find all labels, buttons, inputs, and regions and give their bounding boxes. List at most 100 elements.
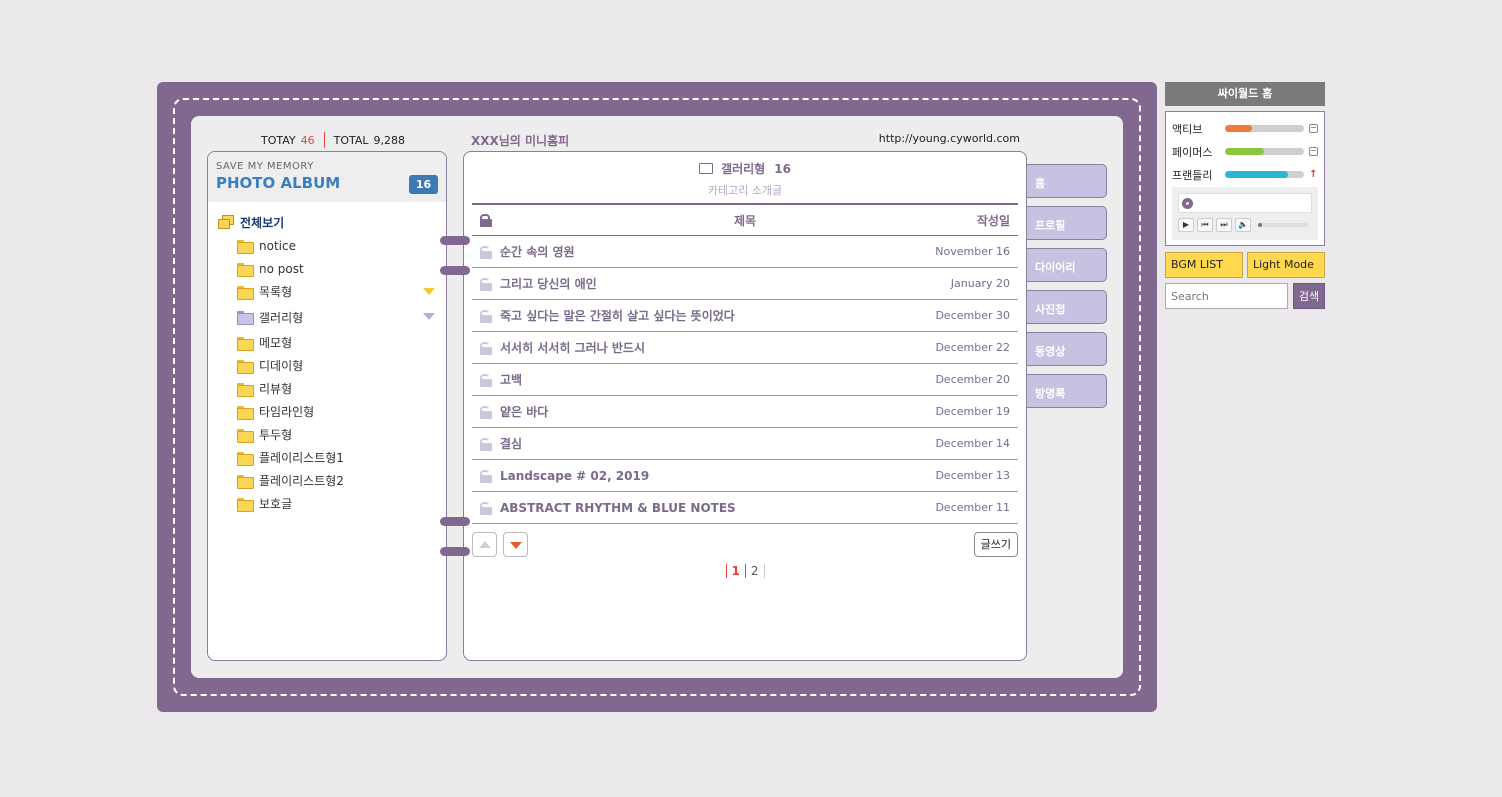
search-button[interactable]: 검색 <box>1293 283 1325 309</box>
tab-guestbook[interactable]: 방명록 <box>1027 374 1107 408</box>
now-playing-bar <box>1178 193 1312 213</box>
post-title[interactable]: 얕은 바다 <box>500 403 548 420</box>
board-count: 16 <box>774 161 791 176</box>
folder-todo-type[interactable]: 투두형 <box>237 423 435 446</box>
table-row[interactable]: 결심 December 14 <box>472 428 1018 460</box>
post-title[interactable]: Landscape # 02, 2019 <box>500 469 649 483</box>
folder-label: no post <box>259 261 304 276</box>
folder-protected[interactable]: 보호글 <box>237 492 435 515</box>
play-icon[interactable]: ▶ <box>1178 218 1194 232</box>
post-date: December 19 <box>935 405 1010 418</box>
post-date: December 30 <box>935 309 1010 322</box>
write-button[interactable]: 글쓰기 <box>973 532 1018 557</box>
album-subtitle: SAVE MY MEMORY <box>216 161 314 172</box>
tab-photos[interactable]: 사진첩 <box>1027 290 1107 324</box>
folder-icon <box>237 311 254 325</box>
folder-no-post[interactable]: no post <box>237 257 435 280</box>
minihompy-inner: TOTAY 46 TOTAL 9,288 SAVE MY MEMORY PHOT… <box>191 116 1123 678</box>
binder-ring <box>440 236 470 245</box>
stat-label: 프랜들리 <box>1172 168 1213 182</box>
folder-label: 디데이형 <box>259 359 304 373</box>
stat-bar <box>1224 148 1305 155</box>
table-row[interactable]: 순간 속의 영원 November 16 <box>472 236 1018 268</box>
folder-icon <box>237 382 254 397</box>
folder-playlist-1[interactable]: 플레이리스트형1 <box>237 446 435 469</box>
album-panel: SAVE MY MEMORY PHOTO ALBUM 16 전체보기 notic… <box>207 151 447 661</box>
sort-up-button[interactable] <box>472 532 497 557</box>
stat-label: 페이머스 <box>1172 145 1213 159</box>
folder-icon <box>237 262 254 277</box>
folder-all-label: 전체보기 <box>240 215 285 230</box>
volume-icon[interactable]: 🔈 <box>1235 218 1251 232</box>
table-row[interactable]: ABSTRACT RHYTHM & BLUE NOTES December 11 <box>472 492 1018 524</box>
tab-videos[interactable]: 동영상 <box>1027 332 1107 366</box>
post-title[interactable]: 순간 속의 영원 <box>500 243 575 260</box>
board-title: 갤러리형 16 <box>464 160 1026 177</box>
homepage-url[interactable]: http://young.cyworld.com <box>879 132 1020 145</box>
status-box: 액티브 − 페이머스 − 프랜들리 ↑ ▶ ⏮ ⏭ 🔈 <box>1165 111 1325 246</box>
volume-slider[interactable] <box>1258 223 1308 227</box>
previous-icon[interactable]: ⏮ <box>1197 218 1213 232</box>
light-mode-button[interactable]: Light Mode <box>1247 252 1325 278</box>
minihompy-title: XXX님의 미니홈피 <box>471 134 570 148</box>
binder-ring <box>440 266 470 275</box>
folder-review-type[interactable]: 리뷰형 <box>237 377 435 400</box>
post-date: December 13 <box>935 469 1010 482</box>
post-date: December 20 <box>935 373 1010 386</box>
player-controls: ▶ ⏮ ⏭ 🔈 <box>1178 218 1312 232</box>
post-title[interactable]: 고백 <box>500 371 522 388</box>
minus-icon[interactable]: − <box>1309 124 1318 133</box>
folder-label: 보호글 <box>259 497 293 511</box>
unlock-icon <box>480 309 492 323</box>
folder-icon <box>237 497 254 512</box>
folder-tree: 전체보기 notice no post 목록형 갤러리형 메모형 디데이형 리뷰… <box>208 202 446 515</box>
folder-label: 갤러리형 <box>259 310 304 325</box>
folder-icon <box>237 285 254 300</box>
sort-down-button[interactable] <box>503 532 528 557</box>
table-row[interactable]: 고백 December 20 <box>472 364 1018 396</box>
next-icon[interactable]: ⏭ <box>1216 218 1232 232</box>
post-date: January 20 <box>950 277 1010 290</box>
total-value: 9,288 <box>373 133 406 147</box>
folder-icon <box>237 239 254 254</box>
page-1[interactable]: 1 <box>725 564 745 578</box>
table-row[interactable]: 죽고 싶다는 말은 간절히 살고 싶다는 뜻이었다 December 30 <box>472 300 1018 332</box>
bgm-list-button[interactable]: BGM LIST <box>1165 252 1243 278</box>
folder-all[interactable]: 전체보기 <box>218 210 446 234</box>
folder-memo-type[interactable]: 메모형 <box>237 331 435 354</box>
stat-famous: 페이머스 − <box>1172 140 1318 163</box>
album-count-badge: 16 <box>409 175 438 194</box>
table-row[interactable]: 서서히 서서히 그러나 반드시 December 22 <box>472 332 1018 364</box>
search-input[interactable] <box>1165 283 1288 309</box>
expand-triangle-icon[interactable] <box>423 288 435 295</box>
post-title[interactable]: 서서히 서서히 그러나 반드시 <box>500 339 645 356</box>
stat-friendly: 프랜들리 ↑ <box>1172 163 1318 186</box>
stat-bar <box>1224 125 1305 132</box>
table-row[interactable]: 그리고 당신의 애인 January 20 <box>472 268 1018 300</box>
expand-triangle-icon[interactable] <box>423 313 435 320</box>
folder-playlist-2[interactable]: 플레이리스트형2 <box>237 469 435 492</box>
cyworld-home-button[interactable]: 싸이월드 홈 <box>1165 82 1325 106</box>
tab-home[interactable]: 홈 <box>1027 164 1107 198</box>
folder-label: notice <box>259 238 296 253</box>
folder-icon <box>237 451 254 466</box>
post-title[interactable]: 결심 <box>500 435 522 452</box>
menu-tabs: 홈 프로필 다이어리 사진첩 동영상 방명록 <box>1027 164 1107 416</box>
tab-diary[interactable]: 다이어리 <box>1027 248 1107 282</box>
folder-notice[interactable]: notice <box>237 234 435 257</box>
page-2[interactable]: 2 <box>744 564 765 578</box>
folder-list-type[interactable]: 목록형 <box>237 280 435 303</box>
table-header: 제목 작성일 <box>472 205 1018 236</box>
post-title[interactable]: 죽고 싶다는 말은 간절히 살고 싶다는 뜻이었다 <box>500 307 735 324</box>
table-row[interactable]: Landscape # 02, 2019 December 13 <box>472 460 1018 492</box>
folder-gallery-type[interactable]: 갤러리형 <box>237 303 435 331</box>
minus-icon[interactable]: − <box>1309 147 1318 156</box>
post-title[interactable]: ABSTRACT RHYTHM & BLUE NOTES <box>500 501 736 515</box>
unlock-icon <box>480 277 492 291</box>
folder-dday-type[interactable]: 디데이형 <box>237 354 435 377</box>
post-title[interactable]: 그리고 당신의 애인 <box>500 275 597 292</box>
tab-profile[interactable]: 프로필 <box>1027 206 1107 240</box>
table-row[interactable]: 얕은 바다 December 19 <box>472 396 1018 428</box>
board-panel: 갤러리형 16 카테고리 소개글 제목 작성일 순간 속의 영원 Novembe… <box>463 151 1027 661</box>
folder-timeline-type[interactable]: 타임라인형 <box>237 400 435 423</box>
